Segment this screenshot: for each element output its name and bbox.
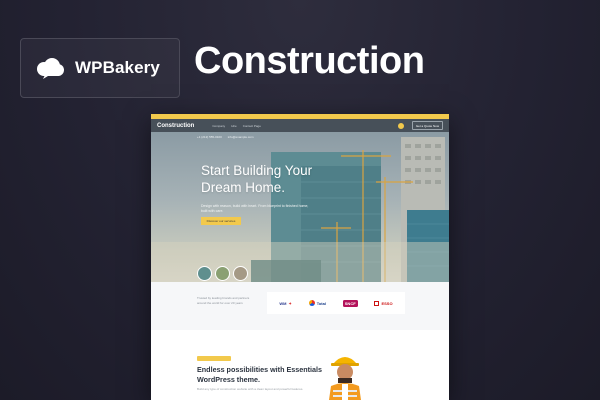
preview-nav-link[interactable]: Contact Page	[243, 124, 261, 128]
preview-nav-link[interactable]: Company	[212, 124, 225, 128]
hero-cta-button[interactable]: Discover our services	[201, 217, 241, 225]
construction-worker-image	[329, 357, 361, 400]
partner-logo-label: ESSO	[381, 300, 393, 306]
feature-heading: Endless possibilities with Essentials Wo…	[197, 365, 323, 384]
feature-subtext: Build any type of construction website w…	[197, 387, 304, 391]
page-title: Construction	[194, 40, 425, 82]
brand-name: WPBakery	[75, 58, 160, 77]
partner-logo-sncf: SNCF	[342, 299, 358, 307]
cloud-icon	[37, 58, 64, 79]
hero-phone: +1 (212) 555-0100	[197, 135, 222, 139]
thumbnail-image[interactable]	[233, 266, 248, 281]
hero-email: info@example.com	[227, 135, 254, 139]
partners-section: Trusted by leading brands and partners a…	[151, 282, 449, 330]
feature-section: Endless possibilities with Essentials Wo…	[151, 330, 449, 400]
partners-text: Trusted by leading brands and partners a…	[197, 296, 250, 305]
hero-thumbnails	[197, 266, 248, 281]
partner-logo-wm: WM ✦	[279, 301, 291, 306]
thumbnail-image[interactable]	[197, 266, 212, 281]
preview-hero: +1 (212) 555-0100 info@example.com Start…	[151, 132, 449, 282]
partner-logo-label: Total	[316, 300, 326, 306]
partner-logo-total: Total	[308, 300, 326, 306]
section-tag	[197, 356, 231, 361]
hero-heading: Start Building Your Dream Home.	[201, 163, 313, 195]
brand-badge: WPBakery	[20, 38, 180, 98]
star-icon: ✦	[288, 300, 292, 306]
total-logo-icon	[308, 300, 315, 306]
preview-nav: Construction Company Hire Contact Page G…	[151, 119, 449, 132]
square-icon	[374, 300, 380, 306]
hero-subtext: Design with reason, build with heart. Fr…	[201, 204, 309, 213]
partner-logo-label: WM	[279, 300, 287, 306]
cart-icon[interactable]	[397, 122, 404, 129]
partner-logo-esso: ESSO	[374, 300, 393, 306]
thumbnail-image[interactable]	[215, 266, 230, 281]
preview-quote-button[interactable]: Get a Quote Now	[411, 121, 443, 130]
partner-logo-strip: WM ✦ Total SNCF ESSO	[267, 292, 405, 314]
preview-site-logo[interactable]: Construction	[157, 123, 194, 129]
website-preview[interactable]: Construction Company Hire Contact Page G…	[151, 114, 449, 400]
preview-nav-link[interactable]: Hire	[231, 124, 237, 128]
